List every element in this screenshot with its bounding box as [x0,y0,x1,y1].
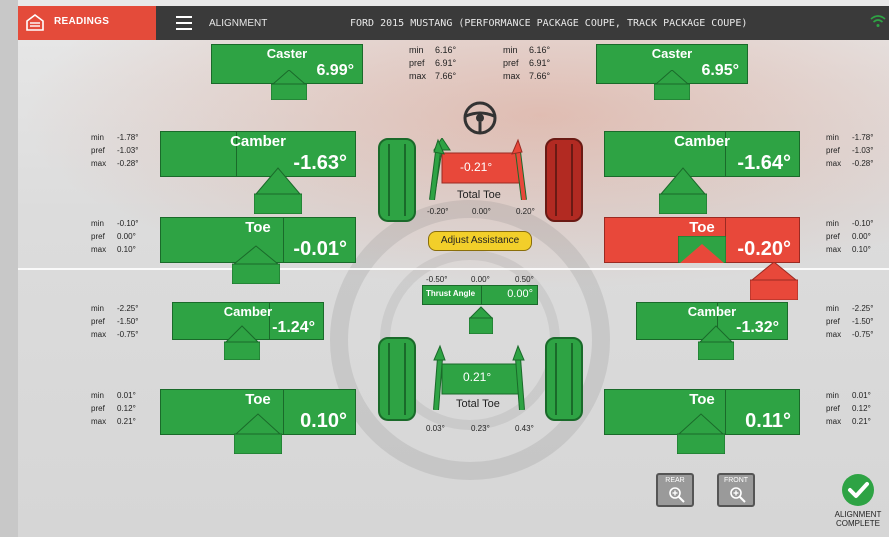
rear-camber-right-title: Camber [687,304,737,319]
rear-camber-left-pointer [224,325,260,360]
rear-left-tire [378,337,416,421]
rear-zoom-button[interactable]: REAR [656,473,694,507]
zoom-in-icon [669,487,685,503]
rear-total-toe-value: 0.21° [463,370,492,384]
front-zoom-button[interactable]: FRONT [717,473,755,507]
rear-toe-left-pointer [234,413,282,454]
thrust-angle-label: Thrust Angle [426,289,476,298]
rear-total-toe-min: 0.03° [426,424,445,433]
adjust-assistance-button[interactable]: Adjust Assistance [428,231,532,251]
rear-zoom-label: REAR [665,477,685,484]
front-left-tire [378,138,416,222]
rear-camber-right-value: -1.32° [736,319,779,336]
rear-toe-right-range: min 0.01° pref 0.12° max 0.21° [826,391,871,426]
rear-toe-left-range: min 0.01° pref 0.12° max 0.21° [91,391,136,426]
front-total-toe-label: Total Toe [457,189,501,201]
alignment-complete-label[interactable]: ALIGNMENT COMPLETE [826,510,889,528]
rear-toe-right-pointer [677,413,725,454]
caster-left-value: 6.99° [316,62,354,79]
front-toe-right-pref-marker [678,236,726,263]
rear-total-toe-max: 0.43° [515,424,534,433]
thrust-angle-pointer [469,306,493,334]
tab-readings[interactable]: READINGS [18,6,156,40]
front-camber-right-value: -1.64° [737,152,791,174]
caster-left-range: min 6.16° pref 6.91° max 7.66° [409,45,457,81]
front-toe-left-value: -0.01° [293,238,347,260]
front-camber-left-title: Camber [230,133,286,150]
zoom-in-icon [730,487,746,503]
front-toe-right-range: min -0.10° pref 0.00° max 0.10° [826,219,874,254]
front-toe-right-title: Toe [689,219,715,236]
steering-wheel-icon[interactable] [462,100,498,136]
rear-toe-left-value: 0.10° [300,410,347,432]
check-icon [848,482,869,498]
vehicle-title: FORD 2015 MUSTANG (PERFORMANCE PACKAGE C… [350,18,748,29]
front-camber-right-title: Camber [674,133,730,150]
rear-toe-left-title: Toe [245,391,271,408]
rear-camber-left-range: min -2.25° pref -1.50° max -0.75° [91,304,139,339]
home-icon [26,14,44,31]
wifi-icon [870,15,886,27]
thrust-min: -0.50° [426,275,448,284]
tab-alignment[interactable]: ALIGNMENT [209,18,267,29]
caster-left-pointer [271,70,307,100]
front-total-toe-value: -0.21° [460,160,493,174]
front-right-tire [545,138,583,222]
rear-camber-left-title: Camber [223,304,273,319]
caster-right-value: 6.95° [701,62,739,79]
caster-right-title: Caster [651,46,693,61]
rear-toe-right-title: Toe [689,391,715,408]
thrust-pref: 0.00° [471,275,490,284]
front-zoom-label: FRONT [723,477,749,484]
front-toe-left-range: min -0.10° pref 0.00° max 0.10° [91,219,139,254]
tab-readings-label: READINGS [54,16,110,27]
left-edge [0,0,18,537]
rear-camber-right-range: min -2.25° pref -1.50° max -0.75° [826,304,874,339]
front-toe-left-pointer [232,245,280,284]
alignment-complete-button[interactable] [842,474,874,506]
front-toe-right-pointer [750,262,798,300]
front-camber-left-range: min -1.78° pref -1.03° max -0.28° [91,133,139,168]
front-camber-left-pointer [254,167,302,214]
front-total-toe-min: -0.20° [427,207,449,216]
rear-camber-right-pointer [698,325,734,360]
front-camber-right-pointer [659,167,707,214]
front-total-toe-max: 0.20° [516,207,535,216]
front-toe-right-value: -0.20° [737,238,791,260]
thrust-angle-value: 0.00° [507,288,533,300]
rear-total-toe-pref: 0.23° [471,424,490,433]
thrust-angle-box[interactable]: Thrust Angle 0.00° [422,285,538,305]
rear-toe-right-value: 0.11° [745,410,791,432]
thrust-max: 0.50° [515,275,534,284]
caster-right-pointer [654,70,690,100]
caster-right-range: min 6.16° pref 6.91° max 7.66° [503,45,551,81]
front-total-toe-pref: 0.00° [472,207,491,216]
menu-icon[interactable] [176,16,192,30]
rear-right-tire [545,337,583,421]
rear-camber-left-value: -1.24° [272,319,315,336]
front-toe-left-title: Toe [245,219,271,236]
caster-left-title: Caster [266,46,308,61]
front-camber-right-range: min -1.78° pref -1.03° max -0.28° [826,133,874,168]
rear-total-toe-label: Total Toe [456,398,500,410]
